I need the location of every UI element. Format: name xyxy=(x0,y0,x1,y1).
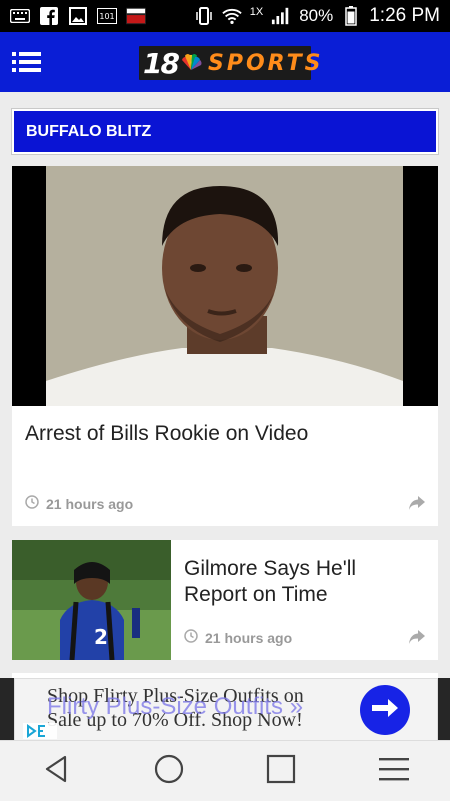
app-logo[interactable]: 18 SPORTS xyxy=(139,46,320,80)
ad-edge xyxy=(436,678,450,740)
section-title: BUFFALO BLITZ xyxy=(26,122,152,140)
svg-text:101: 101 xyxy=(99,12,114,21)
ad-go-button[interactable] xyxy=(360,685,410,735)
recents-square-icon xyxy=(266,754,296,789)
article-meta: 21 hours ago xyxy=(184,629,292,646)
app-bar: 18 SPORTS xyxy=(0,32,450,92)
channel-101-icon: 101 xyxy=(97,7,117,25)
keyboard-icon xyxy=(10,7,30,25)
home-button[interactable] xyxy=(149,751,189,791)
clock-icon xyxy=(184,629,198,646)
article-title[interactable]: Arrest of Bills Rookie on Video xyxy=(25,422,308,446)
recents-button[interactable] xyxy=(261,751,301,791)
arrow-right-icon xyxy=(370,696,400,725)
navigation-bar xyxy=(0,740,450,801)
facebook-icon xyxy=(39,7,59,25)
svg-text:2: 2 xyxy=(94,625,108,649)
wifi-icon xyxy=(222,7,242,25)
back-button[interactable] xyxy=(36,751,76,791)
article-thumbnail[interactable]: 2 xyxy=(12,540,171,660)
share-icon[interactable] xyxy=(408,629,428,645)
local-news-icon xyxy=(126,7,146,25)
clock-icon xyxy=(25,495,39,512)
peacock-icon xyxy=(180,54,202,72)
ad-choices-icon[interactable] xyxy=(23,723,57,739)
article-card[interactable]: Arrest of Bills Rookie on Video 21 hours… xyxy=(12,166,438,526)
battery-icon xyxy=(341,6,361,26)
article-time: 21 hours ago xyxy=(46,495,134,512)
data-badge: 1X xyxy=(249,6,264,18)
logo-text: SPORTS xyxy=(207,50,324,76)
menu-lines-icon xyxy=(378,756,409,787)
vibrate-icon xyxy=(194,7,214,25)
article-meta: 21 hours ago xyxy=(25,495,133,512)
clock: 1:26 PM xyxy=(369,5,440,26)
system-icons: 1X 80% 1:26 PM xyxy=(194,5,450,27)
notification-icons: 101 xyxy=(0,7,146,25)
battery-percent: 80% xyxy=(299,6,334,25)
section-header: BUFFALO BLITZ xyxy=(12,109,438,154)
status-bar: 101 1X 80% 1:26 PM xyxy=(0,0,450,32)
signal-icon xyxy=(271,7,291,25)
gallery-icon xyxy=(68,7,88,25)
logo-number: 18 xyxy=(143,46,180,80)
article-time: 21 hours ago xyxy=(205,629,293,646)
share-icon[interactable] xyxy=(408,495,428,511)
back-triangle-icon xyxy=(41,754,71,789)
ad-banner[interactable]: Shop Flirty Plus-Size Outfits on Sale up… xyxy=(14,678,438,742)
ad-overlay-text[interactable]: Flirty Plus-Size Outfits » xyxy=(47,693,303,721)
article-title[interactable]: Gilmore Says He'll Report on Time xyxy=(184,556,424,608)
hamburger-menu-icon[interactable] xyxy=(12,50,42,74)
menu-button[interactable] xyxy=(374,751,414,791)
article-card[interactable]: 2 Gilmore Says He'll Report on Time 21 h… xyxy=(12,540,438,660)
home-circle-icon xyxy=(154,754,184,789)
ad-edge xyxy=(0,678,14,740)
article-image[interactable] xyxy=(12,166,438,406)
